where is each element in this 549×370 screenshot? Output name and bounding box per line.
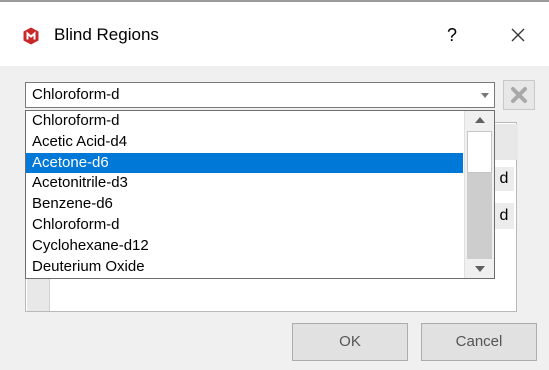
scroll-thumb[interactable] xyxy=(467,131,492,173)
close-icon xyxy=(511,28,525,42)
dropdown-item[interactable]: Cyclohexane-d12 xyxy=(26,236,463,257)
dropdown-items: Chloroform-d Acetic Acid-d4 Acetone-d6 A… xyxy=(26,111,463,278)
scroll-track[interactable] xyxy=(467,173,492,259)
ok-button[interactable]: OK xyxy=(292,323,408,361)
remove-x-icon xyxy=(511,87,527,103)
solvent-combobox[interactable]: Chloroform-d xyxy=(25,82,495,108)
dropdown-item-selected[interactable]: Acetone-d6 xyxy=(26,152,463,174)
solvent-dropdown-list[interactable]: Chloroform-d Acetic Acid-d4 Acetone-d6 A… xyxy=(25,110,495,279)
remove-button[interactable] xyxy=(503,80,535,110)
dropdown-item[interactable]: Acetic Acid-d4 xyxy=(26,132,463,153)
close-button[interactable] xyxy=(498,18,538,52)
table-header xyxy=(492,124,518,160)
dropdown-item[interactable]: Chloroform-d xyxy=(26,111,463,132)
solvent-combobox-value: Chloroform-d xyxy=(32,86,120,103)
scroll-down-icon xyxy=(475,266,485,272)
cancel-button[interactable]: Cancel xyxy=(421,323,537,361)
row-header xyxy=(27,278,50,311)
dropdown-item[interactable]: Benzene-d6 xyxy=(26,194,463,215)
chevron-down-icon[interactable] xyxy=(481,93,489,98)
dialog-title: Blind Regions xyxy=(54,25,159,44)
scroll-up-button[interactable] xyxy=(465,111,494,129)
scroll-down-button[interactable] xyxy=(465,260,494,278)
mnova-logo-icon xyxy=(23,27,39,45)
dropdown-item[interactable]: Chloroform-d xyxy=(26,215,463,236)
table-cell[interactable]: d xyxy=(494,203,514,229)
help-button[interactable]: ? xyxy=(436,18,468,52)
table-cell[interactable]: d xyxy=(494,167,514,191)
scroll-up-icon xyxy=(475,117,485,123)
dropdown-item[interactable]: Deuterium Oxide xyxy=(26,257,463,278)
dropdown-item[interactable]: Acetonitrile-d3 xyxy=(26,173,463,194)
title-bar: Blind Regions ? xyxy=(0,2,549,66)
blind-regions-dialog: Blind Regions ? d d Chloroform-d Chlorof… xyxy=(0,2,549,370)
dropdown-scrollbar[interactable] xyxy=(464,111,494,278)
